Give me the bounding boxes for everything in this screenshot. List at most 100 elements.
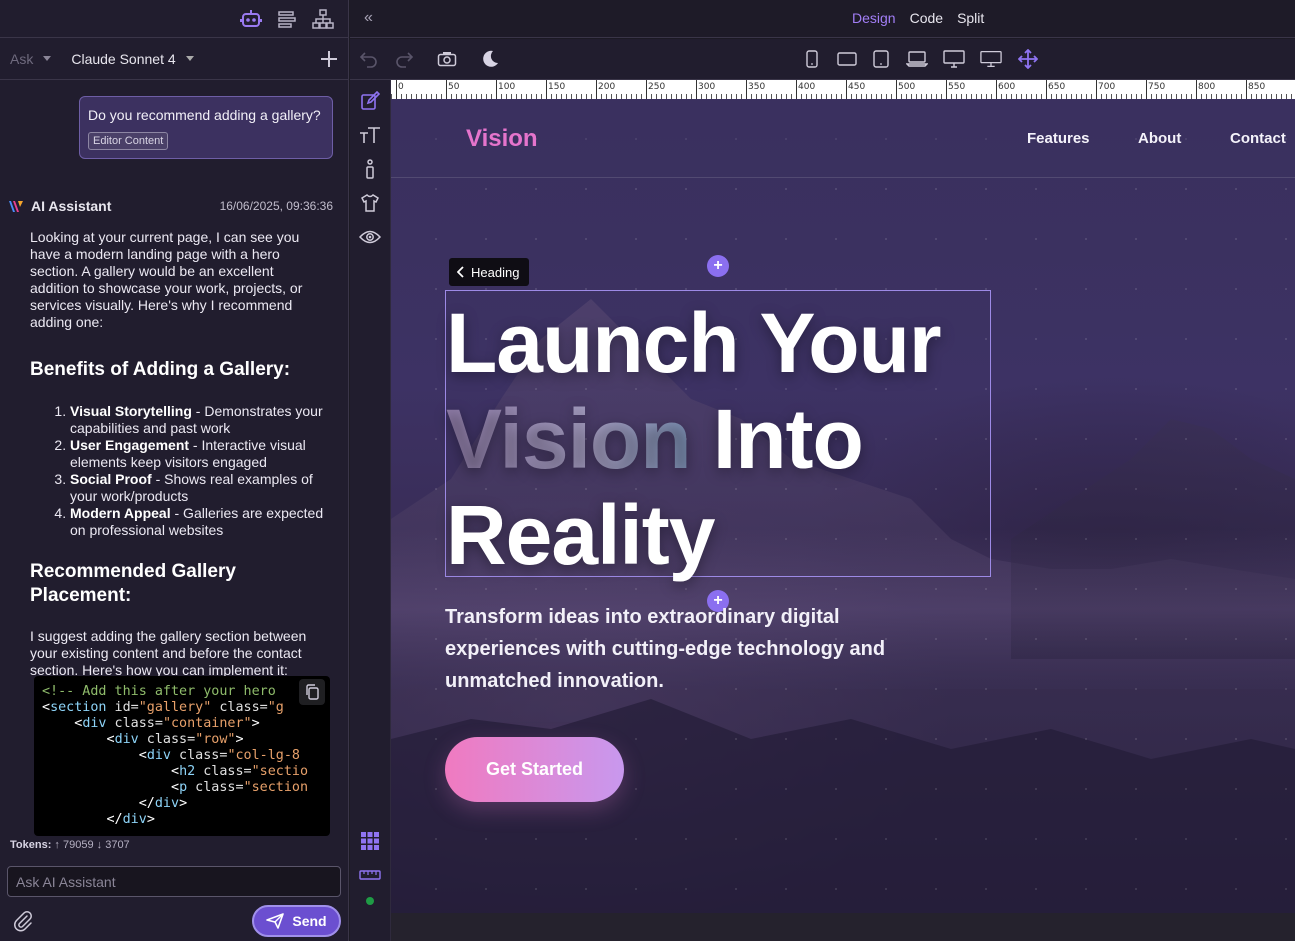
camera-icon[interactable] bbox=[436, 49, 458, 69]
ruler-label: 750 bbox=[1148, 82, 1166, 92]
ruler-label: 300 bbox=[698, 82, 716, 92]
code-token: < bbox=[138, 748, 147, 763]
new-chat-button[interactable] bbox=[320, 50, 338, 68]
code-line: </div> bbox=[42, 796, 330, 812]
mode-select[interactable]: Ask bbox=[10, 51, 52, 67]
ruler-tick bbox=[846, 80, 847, 99]
ruler-label: 0 bbox=[398, 82, 404, 92]
user-message: Do you recommend adding a gallery? Edito… bbox=[79, 96, 333, 159]
list-icon[interactable] bbox=[276, 8, 298, 30]
code-token: div bbox=[122, 812, 147, 827]
design-canvas[interactable]: Vision Features About Contact Heading + … bbox=[391, 99, 1295, 913]
nav-link-about[interactable]: About bbox=[1138, 130, 1181, 147]
placement-heading: Recommended Gallery Placement: bbox=[30, 561, 236, 606]
ruler-icon[interactable] bbox=[358, 864, 382, 886]
chevron-down-icon bbox=[185, 56, 194, 61]
ruler-tick bbox=[446, 80, 447, 99]
desktop-icon[interactable] bbox=[943, 49, 965, 69]
hero-subtitle[interactable]: Transform ideas into extraordinary digit… bbox=[445, 601, 915, 697]
robot-icon[interactable] bbox=[240, 8, 262, 30]
benefit-item: User Engagement - Interactive visual ele… bbox=[70, 437, 326, 471]
benefit-title: Social Proof bbox=[70, 471, 152, 487]
tablet-landscape-icon[interactable] bbox=[836, 49, 858, 69]
assistant-input[interactable]: Ask AI Assistant bbox=[7, 866, 341, 897]
add-above-button[interactable]: + bbox=[707, 255, 729, 277]
context-chip[interactable]: Editor Content bbox=[88, 132, 169, 150]
ruler-tick bbox=[746, 80, 747, 99]
code-token: "container" bbox=[162, 716, 252, 731]
collapse-panel-icon[interactable]: « bbox=[364, 9, 373, 27]
benefit-item: Social Proof - Shows real examples of yo… bbox=[70, 471, 326, 505]
paperclip-icon[interactable] bbox=[12, 910, 34, 932]
assistant-name: AI Assistant bbox=[31, 198, 112, 214]
element-breadcrumb[interactable]: Heading bbox=[449, 258, 530, 286]
code-token: class= bbox=[195, 764, 252, 779]
tokens-up: 79059 bbox=[62, 839, 94, 851]
send-button[interactable]: Send bbox=[252, 905, 341, 937]
ruler-label: 800 bbox=[1198, 82, 1216, 92]
phone-icon[interactable] bbox=[801, 49, 823, 69]
move-icon[interactable] bbox=[1017, 49, 1039, 69]
ruler-label: 400 bbox=[798, 82, 816, 92]
ruler-tick bbox=[1046, 80, 1047, 99]
hero-heading[interactable]: Launch Your Vision Into Reality bbox=[446, 295, 1006, 583]
model-select[interactable]: Claude Sonnet 4 bbox=[71, 51, 194, 67]
ruler-label: 150 bbox=[548, 82, 566, 92]
nav-link-contact[interactable]: Contact bbox=[1230, 130, 1286, 147]
edit-icon[interactable] bbox=[358, 90, 382, 112]
monitor-icon[interactable] bbox=[980, 49, 1002, 69]
assistant-logo-icon bbox=[8, 198, 24, 214]
app-window: Ask Claude Sonnet 4 Do you recommend add… bbox=[0, 0, 1295, 941]
tab-design[interactable]: Design bbox=[852, 10, 896, 26]
moon-icon[interactable] bbox=[479, 49, 501, 69]
tab-code[interactable]: Code bbox=[910, 10, 943, 26]
ruler-tick bbox=[796, 80, 797, 99]
ruler-label: 200 bbox=[598, 82, 616, 92]
arrow-down-icon: ↓ bbox=[96, 839, 103, 851]
typography-icon[interactable] bbox=[358, 124, 382, 146]
tokens-label: Tokens: bbox=[10, 839, 52, 851]
code-token: < bbox=[171, 764, 180, 779]
code-token: </ bbox=[138, 796, 155, 811]
get-started-button[interactable]: Get Started bbox=[445, 737, 624, 802]
code-token: "g bbox=[267, 700, 284, 715]
hero-line-3: Reality bbox=[446, 488, 715, 582]
code-token: < bbox=[42, 700, 51, 715]
ruler-tick bbox=[896, 80, 897, 99]
ruler-label: 100 bbox=[498, 82, 516, 92]
chat-area[interactable]: Do you recommend adding a gallery? Edito… bbox=[0, 81, 349, 836]
benefit-title: Modern Appeal bbox=[70, 505, 171, 521]
copy-button[interactable] bbox=[299, 679, 325, 705]
sitemap-icon[interactable] bbox=[312, 8, 334, 30]
code-token: id= bbox=[106, 700, 139, 715]
eye-icon[interactable] bbox=[358, 226, 382, 248]
benefit-item: Modern Appeal - Galleries are expected o… bbox=[70, 505, 326, 539]
code-token: div bbox=[154, 796, 180, 811]
code-token: class= bbox=[138, 732, 196, 747]
chevron-down-icon bbox=[43, 56, 52, 61]
code-line: <p class="section bbox=[42, 780, 330, 796]
horizontal-ruler: 0 50 100 150 200 250 300 350 400 450 500 550 600 650 7… bbox=[391, 80, 1295, 99]
shirt-icon[interactable] bbox=[358, 192, 382, 214]
tab-split[interactable]: Split bbox=[957, 10, 984, 26]
code-line: </div> bbox=[42, 812, 330, 828]
assistant-header: AI Assistant 16/06/2025, 09:36:36 bbox=[8, 198, 333, 214]
chevron-left-icon bbox=[457, 266, 464, 278]
nav-link-features[interactable]: Features bbox=[1027, 130, 1090, 147]
grid-icon[interactable] bbox=[358, 830, 382, 852]
hero-gradient-word: Vision bbox=[446, 392, 692, 486]
code-token: > bbox=[251, 716, 260, 731]
user-message-text: Do you recommend adding a gallery? bbox=[88, 107, 321, 123]
undo-icon[interactable] bbox=[358, 49, 380, 69]
code-token: "gallery" bbox=[138, 700, 212, 715]
info-icon[interactable] bbox=[358, 158, 382, 180]
status-dot-icon bbox=[358, 890, 382, 912]
code-block[interactable]: <!-- Add this after your hero <section id… bbox=[34, 676, 330, 836]
site-logo[interactable]: Vision bbox=[466, 125, 538, 153]
ruler-label: 350 bbox=[748, 82, 766, 92]
ruler-label: 550 bbox=[948, 82, 966, 92]
redo-icon[interactable] bbox=[393, 49, 415, 69]
tablet-icon[interactable] bbox=[870, 49, 892, 69]
laptop-icon[interactable] bbox=[906, 49, 928, 69]
ruler-tick bbox=[1196, 80, 1197, 99]
